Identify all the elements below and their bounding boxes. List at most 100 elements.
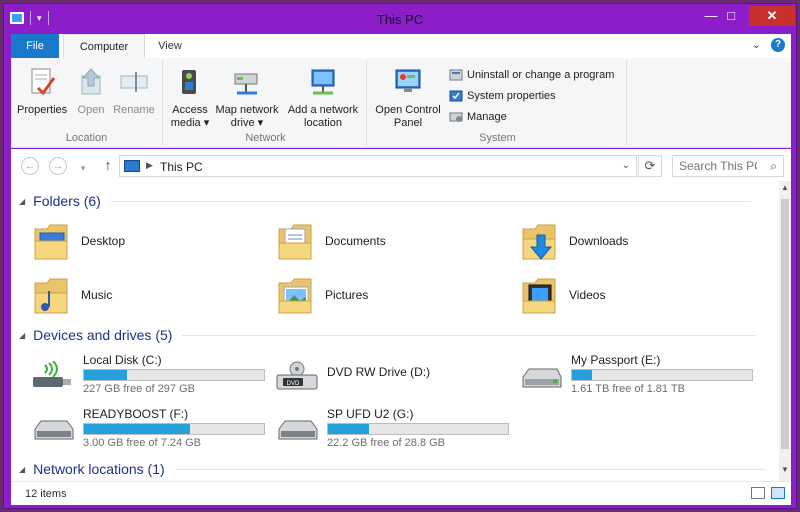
rename-button[interactable]: Rename	[111, 66, 157, 117]
scroll-down-icon[interactable]: ▼	[779, 465, 791, 479]
drive-item[interactable]: SP UFD U2 (G:) 22.2 GB free of 28.8 GB	[275, 407, 515, 453]
content-pane: ◢ Folders (6) Desktop Documents Download…	[11, 181, 779, 481]
section-divider	[174, 468, 765, 470]
scrollbar-thumb[interactable]	[781, 199, 789, 449]
folder-desktop[interactable]: Desktop	[31, 219, 125, 263]
details-view-icon[interactable]	[751, 487, 765, 499]
drive-item[interactable]: Local Disk (C:) 227 GB free of 297 GB	[31, 353, 271, 399]
system-properties-button[interactable]: System properties	[449, 89, 556, 103]
back-button[interactable]: ←	[21, 157, 39, 175]
address-row: ← → ▾ ↑ ▶ This PC ⌄ ⟳ ⌕	[11, 149, 791, 181]
group-label-location: Location	[65, 132, 108, 144]
breadcrumb[interactable]: This PC	[160, 160, 203, 174]
system-properties-label: System properties	[467, 90, 556, 102]
uninstall-icon	[449, 69, 463, 81]
drive-usage-bar	[83, 423, 265, 435]
open-control-panel-label-2: Panel	[393, 117, 423, 129]
folder-downloads[interactable]: Downloads	[519, 219, 628, 263]
address-bar[interactable]: ▶ This PC ⌄	[119, 155, 637, 177]
properties-label: Properties	[17, 104, 68, 116]
address-dropdown-icon[interactable]: ⌄	[622, 160, 630, 171]
uninstall-program-button[interactable]: Uninstall or change a program	[449, 68, 614, 82]
forward-button[interactable]: →	[49, 157, 67, 175]
folder-label: Downloads	[569, 234, 629, 248]
removable-drive-icon	[278, 420, 318, 440]
collapse-icon[interactable]: ◢	[19, 331, 25, 340]
drive-name: SP UFD U2 (G:)	[327, 407, 414, 421]
map-network-drive-label-1: Map network	[215, 104, 279, 116]
folder-videos[interactable]: Videos	[519, 273, 605, 317]
ribbon-expand-icon[interactable]: ⌄	[752, 38, 761, 52]
pictures-folder-icon	[278, 278, 312, 314]
group-label-system: System	[479, 132, 516, 144]
drive-name: My Passport (E:)	[571, 353, 661, 367]
control-panel-icon	[395, 69, 421, 92]
folder-documents[interactable]: Documents	[275, 219, 386, 263]
svg-text:DVD: DVD	[287, 381, 300, 387]
section-divider	[110, 200, 751, 202]
folder-label: Documents	[325, 234, 386, 248]
tab-computer[interactable]: Computer	[63, 34, 145, 58]
manage-label: Manage	[467, 111, 507, 123]
this-pc-icon	[124, 160, 140, 172]
search-box[interactable]: ⌕	[672, 155, 784, 177]
maximize-button[interactable]: □	[716, 6, 746, 26]
manage-icon	[449, 112, 463, 122]
folder-label: Videos	[569, 288, 606, 302]
manage-button[interactable]: Manage	[449, 110, 507, 124]
scroll-up-icon[interactable]: ▲	[779, 183, 791, 197]
large-icons-view-icon[interactable]	[771, 487, 785, 499]
breadcrumb-chevron-icon[interactable]: ▶	[146, 160, 153, 171]
drives-section-header[interactable]: ◢ Devices and drives (5)	[19, 327, 757, 343]
music-folder-icon	[34, 278, 68, 314]
drive-free-space: 1.61 TB free of 1.81 TB	[571, 383, 685, 395]
vertical-scrollbar[interactable]: ▲ ▼	[779, 181, 791, 481]
up-button[interactable]: ↑	[99, 157, 117, 175]
group-network: Access media ▾ Map network drive ▾ Add a…	[165, 60, 367, 146]
group-label-network: Network	[245, 132, 286, 144]
open-control-panel-label-1: Open Control	[375, 104, 441, 116]
refresh-button[interactable]: ⟳	[638, 155, 662, 177]
add-network-location-icon	[311, 69, 335, 95]
recent-locations-icon[interactable]: ▾	[74, 160, 92, 178]
open-button[interactable]: Open	[73, 66, 109, 117]
collapse-icon[interactable]: ◢	[19, 197, 25, 206]
drive-usage-bar	[83, 369, 265, 381]
search-input[interactable]	[679, 159, 757, 173]
usb-wireless-drive-icon	[33, 361, 71, 387]
folders-section-header[interactable]: ◢ Folders (6)	[19, 193, 751, 209]
network-section-title: Network locations (1)	[33, 461, 165, 477]
add-network-location-button[interactable]: Add a network location	[283, 66, 363, 130]
section-divider	[182, 334, 757, 336]
tab-file[interactable]: File	[11, 34, 59, 58]
folder-label: Music	[81, 288, 113, 302]
folder-label: Desktop	[81, 234, 126, 248]
videos-folder-icon	[522, 278, 556, 314]
drive-item[interactable]: READYBOOST (F:) 3.00 GB free of 7.24 GB	[31, 407, 271, 453]
access-media-button[interactable]: Access media ▾	[169, 66, 211, 130]
title-bar: ▾ This PC — □ ✕	[4, 4, 796, 34]
drive-item[interactable]: DVD DVD RW Drive (D:)	[275, 353, 515, 399]
collapse-icon[interactable]: ◢	[19, 465, 25, 474]
window-title: This PC	[376, 12, 424, 27]
folder-pictures[interactable]: Pictures	[275, 273, 368, 317]
close-button[interactable]: ✕	[749, 6, 795, 26]
properties-icon	[31, 68, 56, 96]
open-icon	[81, 68, 101, 95]
drive-item[interactable]: My Passport (E:) 1.61 TB free of 1.81 TB	[519, 353, 759, 399]
help-icon[interactable]: ?	[771, 38, 785, 52]
add-network-location-label-2: location	[304, 117, 342, 129]
drive-free-space: 227 GB free of 297 GB	[83, 383, 195, 395]
rename-label: Rename	[113, 104, 155, 116]
tab-view[interactable]: View	[147, 34, 193, 58]
drive-usage-fill	[84, 424, 191, 434]
network-section-header[interactable]: ◢ Network locations (1)	[19, 461, 765, 477]
folder-music[interactable]: Music	[31, 273, 112, 317]
map-network-drive-button[interactable]: Map network drive ▾	[213, 66, 281, 130]
search-icon[interactable]: ⌕	[770, 159, 777, 174]
downloads-folder-icon	[522, 224, 556, 260]
properties-button[interactable]: Properties	[17, 66, 67, 117]
open-label: Open	[77, 104, 105, 116]
desktop-folder-icon	[34, 224, 68, 260]
open-control-panel-button[interactable]: Open Control Panel	[371, 66, 445, 130]
